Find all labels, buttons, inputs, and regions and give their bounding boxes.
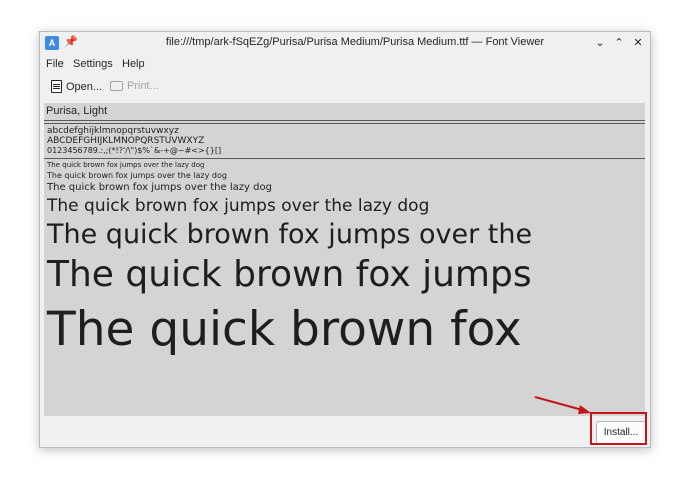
annotation-arrow [534,396,591,414]
